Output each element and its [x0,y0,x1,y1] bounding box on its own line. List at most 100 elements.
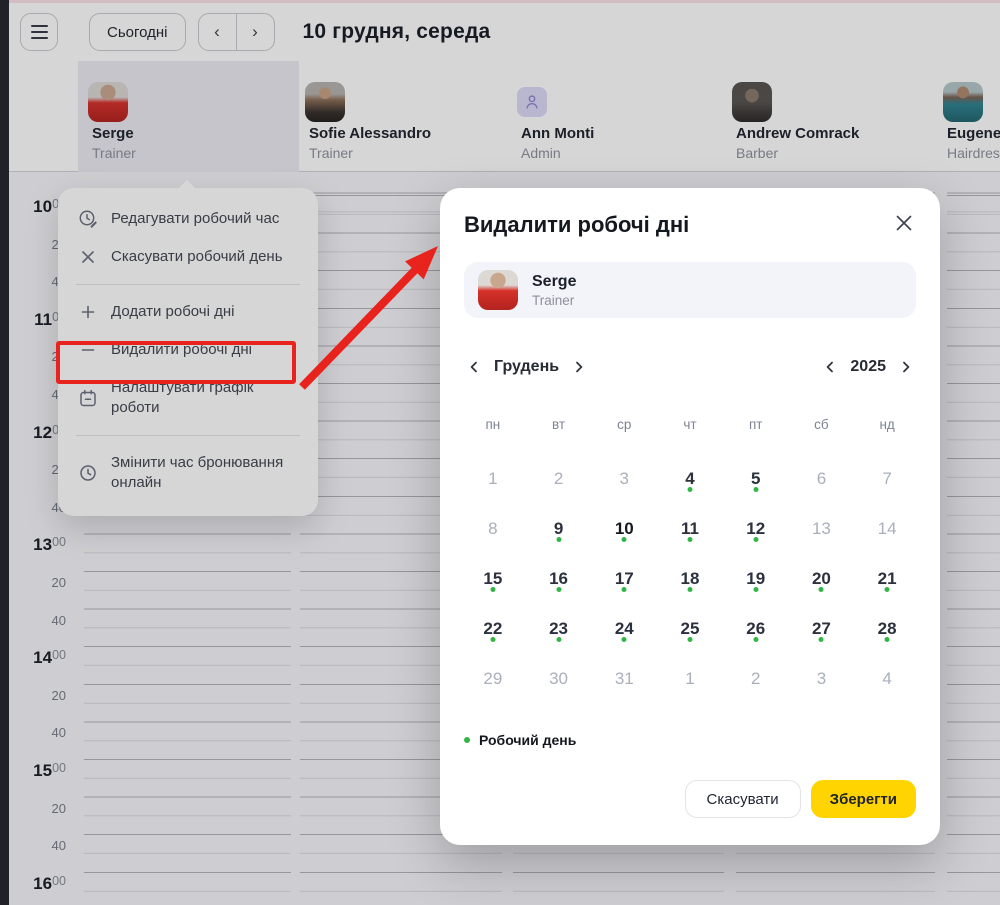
day-cell-31[interactable]: 31 [591,654,657,704]
calendar: пнвтсрчтптсбнд 1234567891011121314151617… [460,412,920,704]
month-label: Грудень [494,358,559,376]
day-number: 7 [882,469,891,488]
day-number: 17 [615,569,634,588]
working-day-dot-icon [622,637,627,642]
day-cell-29[interactable]: 29 [460,654,526,704]
day-cell-25[interactable]: 25 [657,604,723,654]
day-number: 28 [878,619,897,638]
day-cell-2[interactable]: 2 [723,654,789,704]
day-cell-16[interactable]: 16 [526,554,592,604]
day-cell-23[interactable]: 23 [526,604,592,654]
day-number: 31 [615,669,634,688]
day-cell-9[interactable]: 9 [526,504,592,554]
day-cell-5[interactable]: 5 [723,454,789,504]
day-number: 19 [746,569,765,588]
day-cell-26[interactable]: 26 [723,604,789,654]
cancel-button[interactable]: Скасувати [685,780,801,818]
working-day-dot-icon [753,587,758,592]
staff-role: Trainer [532,292,576,309]
weekday-label: чт [657,412,723,438]
weekday-label: нд [854,412,920,438]
month-selector: Грудень [464,357,589,377]
month-year-nav: Грудень 2025 [464,354,916,380]
day-cell-28[interactable]: 28 [854,604,920,654]
day-number: 29 [483,669,502,688]
working-day-dot-icon [464,737,470,743]
chevron-right-icon [898,359,914,375]
day-cell-10-today[interactable]: 10 [591,504,657,554]
day-number: 10 [615,519,634,538]
working-day-dot-icon [622,587,627,592]
day-cell-20[interactable]: 20 [789,554,855,604]
day-cell-3[interactable]: 3 [591,454,657,504]
day-number: 1 [685,669,694,688]
weekday-label: вт [526,412,592,438]
calendar-week: 22 23 24 25 2627 28 [460,604,920,654]
day-cell-11[interactable]: 11 [657,504,723,554]
calendar-days: 1234567891011121314151617181920212223242… [460,454,920,704]
legend-label: Робочий день [479,732,576,748]
day-cell-24[interactable]: 24 [591,604,657,654]
weekday-header: пнвтсрчтптсбнд [460,412,920,438]
day-cell-4[interactable]: 4 [854,654,920,704]
day-cell-13[interactable]: 13 [789,504,855,554]
day-number: 11 [681,519,699,538]
day-cell-3[interactable]: 3 [789,654,855,704]
day-cell-27[interactable]: 27 [789,604,855,654]
working-day-dot-icon [885,587,890,592]
day-cell-1[interactable]: 1 [657,654,723,704]
chevron-right-icon [571,359,587,375]
day-cell-21[interactable]: 21 [854,554,920,604]
day-number: 4 [882,669,891,688]
legend: Робочий день [464,730,916,750]
day-number: 1 [488,469,497,488]
day-cell-14[interactable]: 14 [854,504,920,554]
app-root: Сьогодні ‹ › 10 грудня, середа SergeTrai… [0,0,1000,905]
next-month-button[interactable] [569,357,589,377]
day-cell-22[interactable]: 22 [460,604,526,654]
prev-month-button[interactable] [464,357,484,377]
day-cell-4[interactable]: 4 [657,454,723,504]
day-number: 25 [681,619,700,638]
day-number: 20 [812,569,831,588]
day-cell-19[interactable]: 19 [723,554,789,604]
day-number: 24 [615,619,634,638]
day-cell-7[interactable]: 7 [854,454,920,504]
day-cell-17[interactable]: 17 [591,554,657,604]
working-day-dot-icon [885,637,890,642]
save-button[interactable]: Зберегти [811,780,916,818]
working-day-dot-icon [687,537,692,542]
day-cell-8[interactable]: 8 [460,504,526,554]
year-selector: 2025 [820,357,916,377]
close-button[interactable] [892,212,916,236]
day-cell-30[interactable]: 30 [526,654,592,704]
day-number: 30 [549,669,568,688]
day-number: 8 [488,519,497,538]
working-day-dot-icon [753,637,758,642]
weekday-label: сб [789,412,855,438]
chevron-left-icon [466,359,482,375]
day-number: 12 [746,519,765,538]
day-cell-1[interactable]: 1 [460,454,526,504]
next-year-button[interactable] [896,357,916,377]
prev-year-button[interactable] [820,357,840,377]
day-number: 18 [681,569,700,588]
day-cell-12[interactable]: 12 [723,504,789,554]
day-cell-6[interactable]: 6 [789,454,855,504]
day-cell-15[interactable]: 15 [460,554,526,604]
day-number: 2 [554,469,563,488]
day-number: 3 [817,669,826,688]
day-number: 13 [812,519,831,538]
day-cell-18[interactable]: 18 [657,554,723,604]
modal-header: Видалити робочі дні [464,212,916,242]
weekday-label: пт [723,412,789,438]
working-day-dot-icon [753,537,758,542]
avatar [478,270,518,310]
day-number: 22 [483,619,502,638]
working-day-dot-icon [819,637,824,642]
day-cell-2[interactable]: 2 [526,454,592,504]
close-icon [893,212,915,234]
day-number: 4 [685,469,694,488]
selected-staff-card: Serge Trainer [464,262,916,318]
calendar-week: 8 9 10 11 12 13 14 [460,504,920,554]
